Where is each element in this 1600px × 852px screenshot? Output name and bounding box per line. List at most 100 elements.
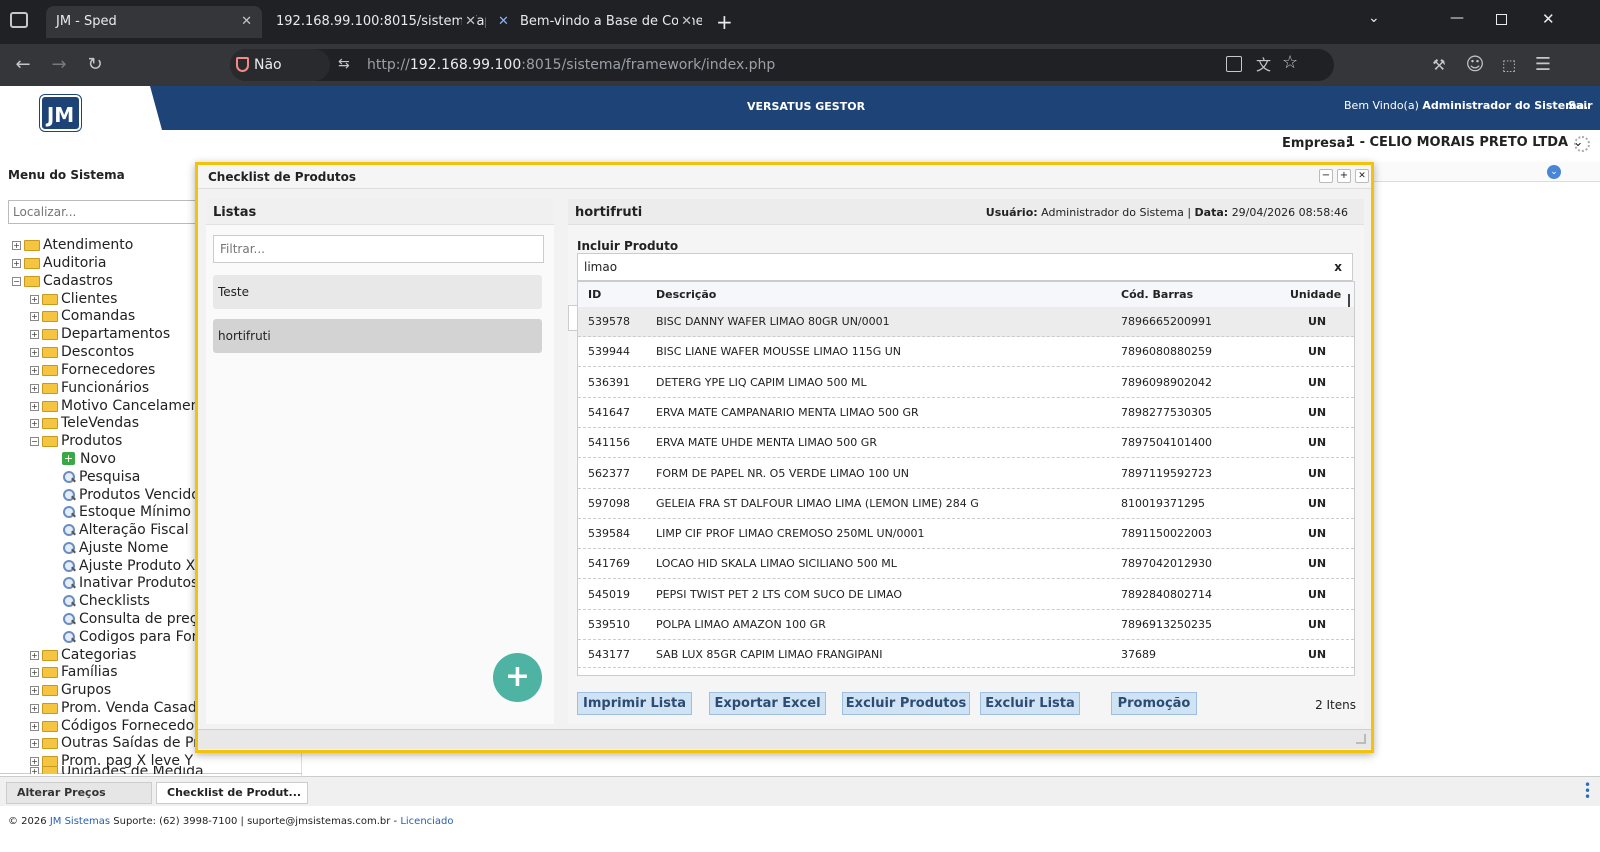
tree-item-produtos[interactable]: − Produtos <box>30 432 122 450</box>
delete-products-button[interactable]: Excluir Produtos <box>842 692 970 715</box>
wrench-icon[interactable]: ⚒ <box>1426 52 1452 78</box>
browser-tab[interactable]: 192.168.99.100:8015/sistema/app/p✕ <box>266 6 486 38</box>
table-row[interactable]: 536391 DETERG YPE LIQ CAPIM LIMAO 500 ML 7… <box>578 367 1354 398</box>
site-settings-icon[interactable]: ⇆ <box>338 56 350 72</box>
close-icon[interactable]: ✕ <box>462 6 476 38</box>
tree-item-atendimento[interactable]: + Atendimento <box>12 236 133 254</box>
tree-item-categorias[interactable]: + Categorias <box>30 646 136 664</box>
close-icon[interactable]: ✕ <box>241 6 252 38</box>
expand-icon[interactable]: + <box>30 667 39 677</box>
expand-icon[interactable]: + <box>30 329 39 339</box>
tree-item-auditoria[interactable]: + Auditoria <box>12 254 107 272</box>
empresa-select[interactable]: 1 - CELIO MORAIS PRETO LTDA ⌄ <box>1346 132 1584 154</box>
clear-search-button[interactable]: x <box>1334 254 1342 280</box>
expand-icon[interactable]: + <box>30 650 39 660</box>
expand-icon[interactable]: + <box>30 767 39 774</box>
table-row[interactable]: 543177 SAB LUX 85GR CAPIM LIMAO FRANGIPAN… <box>578 640 1354 669</box>
tree-item-alteracao-fiscal[interactable]: Alteração Fiscal <box>62 521 189 539</box>
expand-icon[interactable]: + <box>30 738 39 748</box>
tree-item-departamentos[interactable]: + Departamentos <box>30 325 170 343</box>
expand-icon[interactable]: + <box>30 347 39 357</box>
table-row[interactable]: 539578 BISC DANNY WAFER LIMAO 80GR UN/000… <box>578 307 1354 337</box>
expand-icon[interactable]: + <box>30 383 39 393</box>
promotion-button[interactable]: Promoção <box>1111 692 1197 715</box>
tree-item-funcionarios[interactable]: + Funcionários <box>30 379 149 397</box>
tree-item-pesquisa[interactable]: Pesquisa <box>62 468 140 486</box>
delete-list-button[interactable]: Excluir Lista <box>980 692 1080 715</box>
expand-icon[interactable]: + <box>30 721 39 731</box>
minimize-icon[interactable]: − <box>1319 169 1333 183</box>
expand-icon[interactable]: + <box>30 685 39 695</box>
expand-icon[interactable]: + <box>30 401 39 411</box>
table-row[interactable]: 539510 POLPA LIMAO AMAZON 100 GR 789691325… <box>578 610 1354 640</box>
table-row[interactable]: 597098 GELEIA FRA ST DALFOUR LIMAO LIMA (… <box>578 488 1354 519</box>
maximize-icon[interactable]: + <box>1337 169 1351 183</box>
table-row[interactable]: 545019 PEPSI TWIST PET 2 LTS COM SUCO DE … <box>578 579 1354 610</box>
modal-titlebar[interactable]: Checklist de Produtos − + ✕ <box>198 165 1371 189</box>
tree-item-cadastros[interactable]: − Cadastros <box>12 272 113 290</box>
tree-item-descontos[interactable]: + Descontos <box>30 343 134 361</box>
tree-item-checklists[interactable]: Checklists <box>62 592 150 610</box>
profile-icon[interactable]: ☺ <box>1462 52 1488 78</box>
expand-icon[interactable]: + <box>12 240 21 250</box>
print-list-button[interactable]: Imprimir Lista <box>577 692 692 715</box>
footer-company-link[interactable]: JM Sistemas <box>50 816 110 827</box>
minimize-icon[interactable]: — <box>1450 10 1464 26</box>
tree-item-ajuste-nome[interactable]: Ajuste Nome <box>62 539 168 557</box>
url-text[interactable]: http://192.168.99.100:8015/sistema/frame… <box>367 49 775 81</box>
taskbar-tab-checklist[interactable]: Checklist de Produt... <box>156 782 308 804</box>
tree-item-produtos-vencidos[interactable]: Produtos Vencido <box>62 486 200 504</box>
tree-item-fornecedores[interactable]: + Fornecedores <box>30 361 155 379</box>
tree-item-clientes[interactable]: + Clientes <box>30 290 117 308</box>
extensions-icon[interactable]: ⬚ <box>1496 52 1522 78</box>
tree-item-ajuste-produto[interactable]: Ajuste Produto X <box>62 557 195 575</box>
tree-item-motivo-cancelamento[interactable]: + Motivo Cancelament <box>30 397 205 415</box>
menu-icon[interactable]: ☰ <box>1530 52 1556 78</box>
menu-search-input[interactable] <box>8 200 204 224</box>
logout-link[interactable]: Sair <box>1568 99 1593 112</box>
expand-icon[interactable]: + <box>30 365 39 375</box>
tab-list-chevron-icon[interactable]: ⌄ <box>1368 10 1380 26</box>
restore-icon[interactable] <box>1496 14 1507 25</box>
expand-icon[interactable]: + <box>30 311 39 321</box>
include-product-input[interactable]: limao x <box>577 253 1353 281</box>
tree-item-outras-saidas[interactable]: + Outras Saídas de Pr <box>30 734 199 752</box>
install-icon[interactable] <box>1226 56 1242 72</box>
table-row[interactable]: 541156 ERVA MATE UHDE MENTA LIMAO 500 GR 7… <box>578 428 1354 459</box>
tree-item-inativar-produtos[interactable]: Inativar Produtos <box>62 574 198 592</box>
add-list-button[interactable]: + <box>493 653 542 702</box>
taskbar-tab-alterar-precos[interactable]: Alterar Preços <box>6 782 152 804</box>
scrollbar-thumb[interactable] <box>1348 294 1350 308</box>
tree-item-familias[interactable]: + Famílias <box>30 663 118 681</box>
browser-tab-active[interactable]: JM - Sped ✕ <box>46 6 262 38</box>
list-item-hortifruti[interactable]: hortifruti <box>213 319 542 353</box>
table-row[interactable]: 539944 BISC LIANE WAFER MOUSSE LIMAO 115G… <box>578 337 1354 368</box>
tab-search-icon[interactable] <box>10 12 28 28</box>
back-icon[interactable]: ← <box>10 52 36 78</box>
browser-tab[interactable]: ✕Bem-vindo a Base de Conhecim✕ <box>492 6 702 38</box>
security-chip[interactable]: Não seguro <box>230 49 330 105</box>
expand-icon[interactable]: + <box>30 703 39 713</box>
close-icon[interactable]: ✕ <box>678 6 692 38</box>
tree-item-comandas[interactable]: + Comandas <box>30 307 135 325</box>
collapse-icon[interactable]: − <box>12 276 21 286</box>
more-vertical-icon[interactable]: • • • <box>1584 779 1591 803</box>
collapse-circle-icon[interactable]: ⌄ <box>1547 165 1561 179</box>
expand-icon[interactable]: + <box>30 294 39 304</box>
close-icon[interactable]: ✕ <box>1355 169 1369 183</box>
tree-item-novo[interactable]: + Novo <box>62 450 116 468</box>
expand-icon[interactable]: + <box>12 258 21 268</box>
tree-item-prom-venda-casada[interactable]: + Prom. Venda Casad <box>30 699 197 717</box>
tree-item-estoque-minimo[interactable]: Estoque Mínimo <box>62 503 191 521</box>
footer-license-link[interactable]: Licenciado <box>400 816 453 827</box>
bookmark-star-icon[interactable]: ☆ <box>1282 52 1298 73</box>
table-row[interactable]: 541769 LOCAO HID SKALA LIMAO SICILIANO 50… <box>578 549 1354 580</box>
export-excel-button[interactable]: Exportar Excel <box>709 692 826 715</box>
list-item-teste[interactable]: Teste <box>213 275 542 309</box>
address-bar[interactable]: Não seguro ⇆ http://192.168.99.100:8015/… <box>230 49 1334 105</box>
tree-item-codigos-fornecedor[interactable]: Codigos para For <box>62 628 197 646</box>
tree-item-consulta-precos[interactable]: Consulta de preço <box>62 610 206 628</box>
expand-icon[interactable]: + <box>30 418 39 428</box>
tree-item-unidades-medida[interactable]: + Unidades de Medida <box>30 766 204 774</box>
tree-item-televendas[interactable]: + TeleVendas <box>30 414 139 432</box>
